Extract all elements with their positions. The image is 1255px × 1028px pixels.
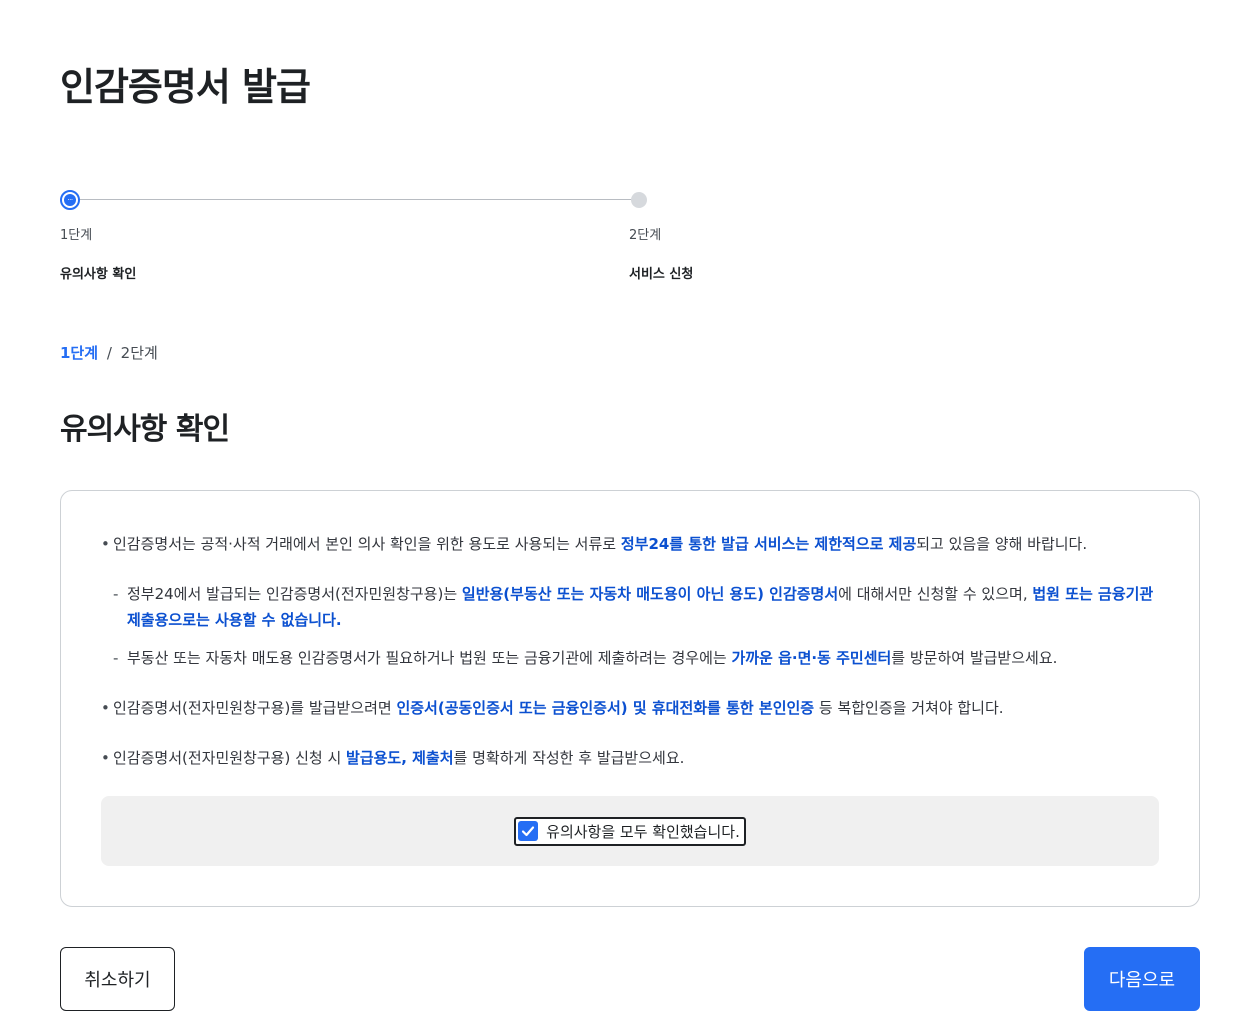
step-1-label: 유의사항 확인 [60,267,137,282]
step-2: 2단계 서비스 신청 [629,190,693,282]
step-2-number: 2단계 [629,228,662,243]
notice-text: 를 방문하여 발급받으세요. [891,649,1058,667]
step-2-label: 서비스 신청 [629,267,694,282]
notice-item: 인감증명서(전자민원창구용) 신청 시 발급용도, 제출처를 명확하게 작성한 … [101,745,1161,771]
notice-list: 인감증명서는 공적·사적 거래에서 본인 의사 확인을 위한 용도로 사용되는 … [101,531,1161,795]
step-progress-separator: / [106,344,112,362]
step-progress-current: 1단계 [60,344,99,362]
notice-highlight: 가까운 읍·면·동 주민센터 [731,649,892,667]
notice-sub-item: 부동산 또는 자동차 매도용 인감증명서가 필요하거나 법원 또는 금융기관에 … [101,645,1161,671]
notice-text: 인감증명서(전자민원창구용)를 발급받으려면 [113,699,397,717]
step-active-icon: ··· [60,190,80,210]
notice-sub-item: 정부24에서 발급되는 인감증명서(전자민원창구용)는 일반용(부동산 또는 자… [101,581,1161,633]
cancel-button[interactable]: 취소하기 [60,947,175,1011]
step-progress: 1단계 / 2단계 [60,342,158,363]
step-progress-total: 2단계 [120,344,158,362]
section-title: 유의사항 확인 [60,412,230,447]
check-icon [522,826,535,837]
notice-text: 정부24에서 발급되는 인감증명서(전자민원창구용)는 [127,585,462,603]
page-title: 인감증명서 발급 [60,65,311,109]
notice-highlight: 일반용(부동산 또는 자동차 매도용이 아닌 용도) 인감증명서 [461,585,839,603]
notice-highlight: 발급용도, 제출처 [346,749,454,767]
notice-text: 를 명확하게 작성한 후 발급받으세요. [453,749,685,767]
stepper: ··· 1단계 유의사항 확인 2단계 서비스 신청 [60,190,1200,290]
step-1-number: 1단계 [60,228,93,243]
notice-highlight: 인증서(공동인증서 또는 금융인증서) 및 휴대전화를 통한 본인인증 [396,699,815,717]
notice-text: 에 대해서만 신청할 수 있으며, [838,585,1033,603]
confirm-checkbox-label[interactable]: 유의사항을 모두 확인했습니다. [514,816,746,846]
stepper-line [70,199,638,200]
step-1: ··· 1단계 유의사항 확인 [60,190,136,282]
next-button[interactable]: 다음으로 [1084,947,1200,1011]
step-active-icon-text: ··· [64,194,76,206]
notice-text: 부동산 또는 자동차 매도용 인감증명서가 필요하거나 법원 또는 금융기관에 … [127,649,732,667]
notice-item: 인감증명서는 공적·사적 거래에서 본인 의사 확인을 위한 용도로 사용되는 … [101,531,1161,557]
confirm-checkbox[interactable] [518,821,539,841]
confirm-text: 유의사항을 모두 확인했습니다. [546,822,740,841]
confirm-area: 유의사항을 모두 확인했습니다. [101,796,1159,866]
notice-text: 등 복합인증을 거쳐야 합니다. [814,699,1004,717]
notice-highlight: 정부24를 통한 발급 서비스는 제한적으로 제공 [620,535,917,553]
step-inactive-icon [631,192,647,208]
notice-text: 인감증명서(전자민원창구용) 신청 시 [113,749,347,767]
notice-text: 인감증명서는 공적·사적 거래에서 본인 의사 확인을 위한 용도로 사용되는 … [113,535,621,553]
notice-text: 되고 있음을 양해 바랍니다. [916,535,1088,553]
notice-item: 인감증명서(전자민원창구용)를 발급받으려면 인증서(공동인증서 또는 금융인증… [101,695,1161,721]
notice-box: 인감증명서는 공적·사적 거래에서 본인 의사 확인을 위한 용도로 사용되는 … [60,490,1200,907]
